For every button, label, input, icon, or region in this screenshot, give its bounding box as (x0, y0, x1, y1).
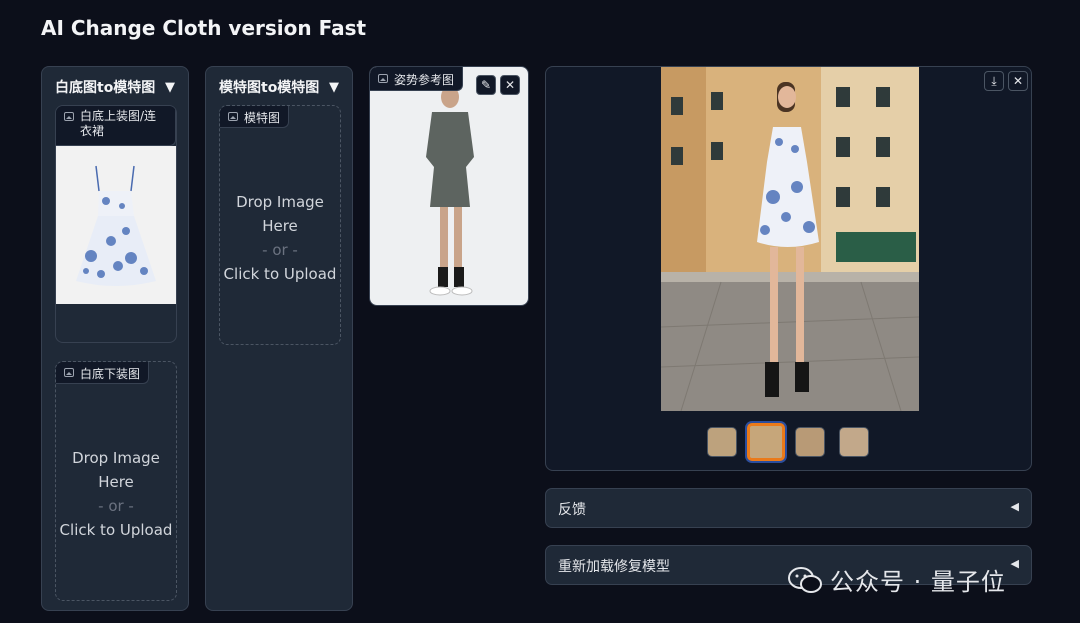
upload-label: 白底下装图 (56, 362, 150, 384)
drop-image-text: Drop Image Here (236, 193, 324, 235)
panel-header-model-to-model[interactable]: 模特图to模特图 ▼ (219, 77, 339, 97)
upload-label-text: 白底下装图 (80, 367, 141, 381)
caret-down-icon[interactable]: ▼ (165, 80, 175, 95)
bottom-garment-upload[interactable]: 白底下装图 Drop Image Here - or - Click to Up… (55, 361, 177, 601)
panel-model-to-model: 模特图to模特图 ▼ 模特图 Drop Image Here - or - Cl… (205, 66, 353, 611)
upload-label: 模特图 (220, 106, 290, 128)
wechat-icon (788, 566, 822, 593)
drop-zone-text[interactable]: Drop Image Here - or - Click to Upload (220, 190, 340, 286)
accordion-label: 重新加载修复模型 (558, 559, 670, 575)
image-icon (64, 112, 74, 121)
upload-label-text: 白底上装图/连衣裙 (80, 109, 157, 138)
model-image-upload[interactable]: 模特图 Drop Image Here - or - Click to Uplo… (219, 105, 341, 345)
top-garment-upload[interactable]: 白底上装图/连衣裙 (55, 105, 177, 343)
gallery-thumbnail[interactable] (795, 427, 825, 457)
image-icon (228, 112, 238, 121)
pose-reference-block[interactable]: 姿势参考图 ✎ ✕ (369, 66, 529, 306)
panel-title: 模特图to模特图 (219, 80, 320, 96)
accordion-label: 反馈 (558, 502, 586, 518)
panel-title: 白底图to模特图 (55, 80, 156, 96)
upload-label: 姿势参考图 (370, 67, 464, 91)
panel-header-white-to-model[interactable]: 白底图to模特图 ▼ (55, 77, 175, 97)
download-icon[interactable]: ⤓ (984, 71, 1004, 91)
or-text: - or - (262, 241, 298, 259)
image-icon (64, 368, 74, 377)
watermark: 公众号 · 量子位 (788, 562, 1006, 597)
gallery-thumbnail[interactable] (839, 427, 869, 457)
output-gallery: ⤓ ✕ (545, 66, 1032, 471)
watermark-text: 公众号 · 量子位 (830, 568, 1006, 596)
click-upload-text: Click to Upload (223, 265, 337, 283)
panel-white-to-model: 白底图to模特图 ▼ 白底上装图/连衣裙 白底下装图 Drop Image He… (41, 66, 189, 611)
caret-left-icon: ◀ (1010, 557, 1019, 570)
caret-left-icon: ◀ (1010, 500, 1019, 513)
upload-label: 白底上装图/连衣裙 (56, 106, 176, 146)
drop-zone-text[interactable]: Drop Image Here - or - Click to Upload (56, 446, 176, 542)
accordion-feedback[interactable]: 反馈 ◀ (545, 488, 1032, 528)
image-icon (378, 74, 388, 83)
caret-down-icon[interactable]: ▼ (329, 80, 339, 95)
pose-reference-image (426, 86, 474, 296)
app-title: AI Change Cloth version Fast (41, 16, 367, 40)
upload-label-text: 姿势参考图 (394, 73, 455, 87)
upload-label-text: 模特图 (244, 111, 281, 125)
output-image[interactable] (661, 67, 919, 411)
drop-image-text: Drop Image Here (72, 449, 160, 491)
gallery-thumbnail-selected[interactable] (747, 423, 785, 461)
dress-image (56, 146, 176, 304)
gallery-thumbnail[interactable] (707, 427, 737, 457)
or-text: - or - (98, 497, 134, 515)
click-upload-text: Click to Upload (59, 521, 173, 539)
close-icon[interactable]: ✕ (1008, 71, 1028, 91)
